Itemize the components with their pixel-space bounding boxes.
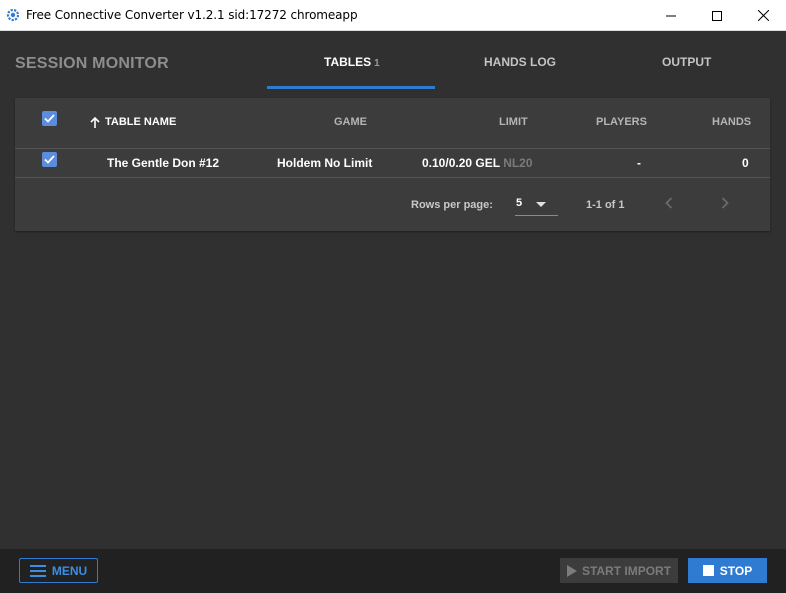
bottom-bar: MENU START IMPORT STOP <box>0 549 786 593</box>
tab-hands-log[interactable]: HANDS LOG <box>484 55 556 69</box>
select-all-checkbox[interactable] <box>42 111 57 126</box>
column-table-name-label: TABLE NAME <box>105 116 177 128</box>
tab-tables-label: TABLES <box>324 55 372 69</box>
column-table-name[interactable]: TABLE NAME <box>90 116 176 128</box>
checkmark-icon <box>44 155 55 164</box>
close-button[interactable] <box>740 0 786 31</box>
rows-per-page-label: Rows per page: <box>411 199 493 211</box>
chevron-right-icon <box>721 197 729 209</box>
hamburger-icon <box>29 564 46 577</box>
stop-icon <box>702 565 714 576</box>
window-title: Free Connective Converter v1.2.1 sid:172… <box>26 8 358 22</box>
caret-down-icon <box>536 202 546 207</box>
chevron-left-icon <box>665 197 673 209</box>
stop-label: STOP <box>719 563 753 578</box>
close-icon <box>757 10 769 21</box>
title-bar: Free Connective Converter v1.2.1 sid:172… <box>0 0 786 31</box>
rows-per-page-select[interactable]: 5 <box>515 193 558 216</box>
menu-label: MENU <box>51 563 88 578</box>
hands-cell: 0 <box>742 156 749 170</box>
rows-per-page-value: 5 <box>516 197 523 209</box>
minimize-button[interactable] <box>648 0 694 31</box>
start-import-label: START IMPORT <box>581 563 672 578</box>
column-limit[interactable]: LIMIT <box>499 116 528 128</box>
column-players[interactable]: PLAYERS <box>596 116 647 128</box>
stop-button[interactable]: STOP <box>688 558 767 583</box>
checkmark-icon <box>44 114 55 123</box>
maximize-icon <box>712 10 722 21</box>
tab-tables[interactable]: TABLES 1 <box>324 55 380 69</box>
limit-cell: 0.10/0.20 GEL NL20 <box>422 156 533 170</box>
column-game[interactable]: GAME <box>334 116 367 128</box>
column-hands[interactable]: HANDS <box>712 116 751 128</box>
previous-page-button[interactable] <box>661 195 677 211</box>
pagination-range: 1-1 of 1 <box>586 199 625 211</box>
page-title: SESSION MONITOR <box>15 55 169 72</box>
row-checkbox[interactable] <box>42 152 57 167</box>
tab-tables-count: 1 <box>374 58 380 69</box>
play-icon <box>566 564 577 577</box>
pagination: Rows per page: 5 1-1 of 1 <box>15 178 770 231</box>
app-gear-icon <box>6 8 20 22</box>
tables-card: TABLE NAME GAME LIMIT PLAYERS HANDS The … <box>15 98 770 231</box>
arrow-up-icon <box>90 116 100 128</box>
minimize-icon <box>666 15 676 16</box>
limit-value: 0.10/0.20 GEL <box>422 156 500 170</box>
active-tab-indicator <box>267 86 435 89</box>
table-header: TABLE NAME GAME LIMIT PLAYERS HANDS <box>15 98 770 149</box>
menu-button[interactable]: MENU <box>19 558 98 583</box>
tab-output[interactable]: OUTPUT <box>662 55 711 69</box>
table-name-cell: The Gentle Don #12 <box>107 156 220 170</box>
next-page-button[interactable] <box>717 195 733 211</box>
header: SESSION MONITOR TABLES 1 HANDS LOG OUTPUT <box>0 31 786 90</box>
players-cell: - <box>637 156 641 170</box>
game-cell: Holdem No Limit <box>277 156 373 170</box>
start-import-button[interactable]: START IMPORT <box>560 558 678 583</box>
table-row[interactable]: The Gentle Don #12 Holdem No Limit 0.10/… <box>15 148 770 178</box>
maximize-button[interactable] <box>694 0 740 31</box>
limit-short: NL20 <box>503 156 533 170</box>
